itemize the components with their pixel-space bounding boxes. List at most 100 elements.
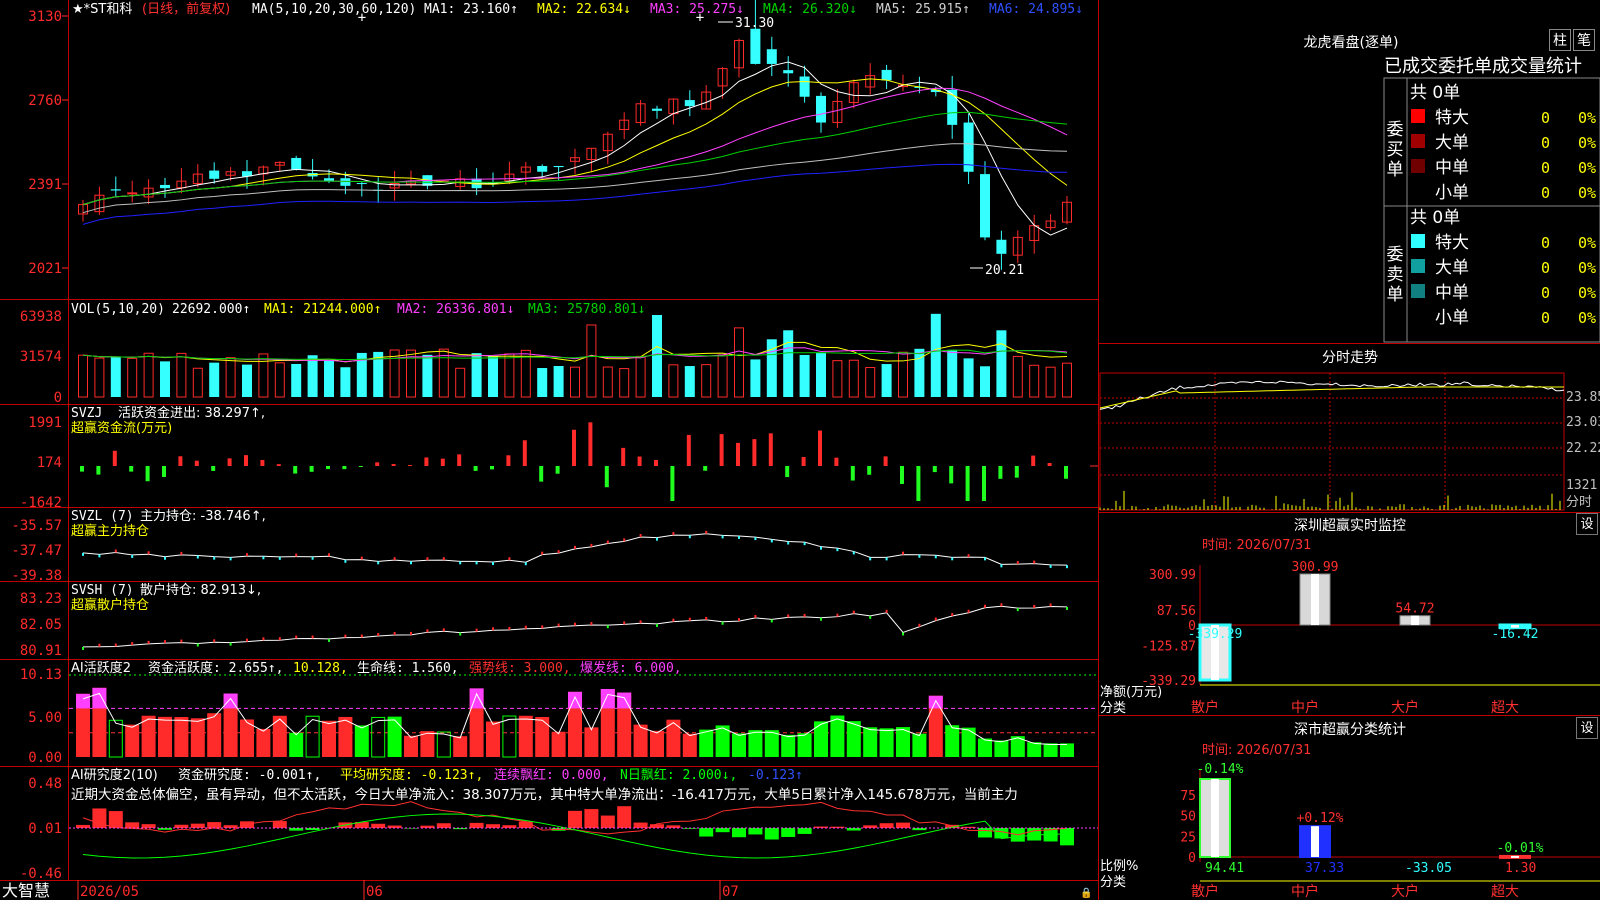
flow-bar xyxy=(1047,463,1052,466)
order-color-swatch xyxy=(1411,234,1425,248)
classify-settings-button[interactable]: 设 xyxy=(1576,717,1598,739)
date-label: 06 xyxy=(366,884,383,900)
ma-value-1: MA1: 23.160↑ xyxy=(424,2,518,17)
flow-bar xyxy=(178,456,183,466)
classify-tick: 25 xyxy=(1180,830,1196,845)
intraday-panel[interactable]: 23.85 23.03 22.22 1321 分时 xyxy=(1099,372,1600,511)
kline-panel[interactable]: 313027602391202131.3020.21+ + xyxy=(28,0,1072,278)
ai-active-tick: 0.00 xyxy=(28,750,62,766)
svzl-panel[interactable]: -35.57 -37.47 -39.38 xyxy=(11,518,1068,584)
classify-time: 时间: 2026/07/31 xyxy=(1202,743,1311,758)
volume-bar xyxy=(619,368,630,398)
research-bar xyxy=(879,823,894,828)
flow-bar xyxy=(834,457,839,466)
candle-body xyxy=(783,70,794,74)
volume-bar xyxy=(570,366,580,398)
flow-bar xyxy=(670,466,675,501)
ai-comment: 近期大资金总体偏空，虽有异动，但不太活跃，今日大单净流入：38.307万元，其中… xyxy=(71,786,1018,803)
stock-analysis-chart[interactable]: 313027602391202131.3020.21+ + 63938315740… xyxy=(0,0,1600,900)
ai-active-tick: 5.00 xyxy=(28,710,62,726)
svzj-sub: 超赢资金流(万元) xyxy=(71,420,172,436)
flow-bar xyxy=(867,466,872,475)
vol-value: 22692.000↑ xyxy=(172,302,250,317)
volume-bar xyxy=(471,353,482,397)
active-bar xyxy=(912,733,927,757)
bar-view-button[interactable]: 柱 xyxy=(1549,29,1571,51)
classify-category: 大户 xyxy=(1391,883,1419,900)
classify-bar-shine xyxy=(1511,855,1519,858)
buy-total: 共 0单 xyxy=(1410,83,1460,103)
ai-research-items: 资金研究度: -0.001↑, 平均研究度: -0.123↑, 连续飘红: 0.00… xyxy=(178,767,803,783)
panel-borders xyxy=(0,0,1600,900)
volume-bar xyxy=(963,358,974,397)
flow-bar xyxy=(621,447,626,466)
monitor-settings-button[interactable]: 设 xyxy=(1576,513,1598,535)
active-bar xyxy=(1027,742,1042,757)
classify-ylabel: 比例% xyxy=(1100,859,1138,874)
candle-body xyxy=(996,239,1007,254)
candle-body xyxy=(291,157,302,170)
ai-active-item: 生命线: 1.560, xyxy=(357,660,459,676)
volume-bar xyxy=(750,359,761,397)
order-color-swatch xyxy=(1411,284,1425,298)
classify-panel[interactable]: 75 50 25 0 94.41 散户 -0.14% 37.33 中户 +0.12% -33.05 大… xyxy=(1100,762,1600,900)
ai-research-tick: 0.01 xyxy=(28,821,62,837)
flow-bar xyxy=(1064,466,1068,479)
ma-value-3: MA3: 25.275↓ xyxy=(650,2,744,17)
monitor-title: 深圳超赢实时监控 xyxy=(1294,517,1406,534)
dragon-header: 已成交委托单成交量统计 xyxy=(1384,56,1582,77)
order-color-swatch xyxy=(1411,259,1425,273)
classify-title: 深市超赢分类统计 xyxy=(1294,721,1406,738)
lock-icon[interactable]: 🔒 xyxy=(1080,887,1092,899)
flow-bar xyxy=(227,458,232,466)
order-type: 特大 xyxy=(1435,108,1469,128)
ai-active-panel[interactable]: 10.13 5.00 0.00 xyxy=(20,667,1098,766)
volume-bar xyxy=(340,367,351,397)
monitor-time: 时间: 2026/07/31 xyxy=(1202,538,1311,553)
monitor-panel[interactable]: 300.9987.560-125.87-339.29-339.29散户300.9… xyxy=(1100,560,1600,716)
active-bar xyxy=(699,729,714,757)
vol-ma-value: MA3: 25780.801↓ xyxy=(528,302,645,317)
flow-bar xyxy=(358,466,363,467)
active-bar xyxy=(420,731,435,757)
ma-params: MA(5,10,20,30,60,120) xyxy=(252,2,416,17)
active-bar xyxy=(978,738,992,757)
flow-bar xyxy=(539,466,544,482)
candle-body xyxy=(340,178,351,186)
order-pct: 0% xyxy=(1578,259,1596,277)
svzl-legend: SVZL (7) 主力持仓: -38.746↑, 超赢主力持仓 xyxy=(71,509,266,539)
svzl-tick-label: -35.57 xyxy=(11,518,62,534)
flow-bar xyxy=(801,457,806,466)
ai-research-tick: 0.48 xyxy=(28,776,62,792)
active-bar xyxy=(502,715,517,758)
volume-bar xyxy=(225,357,236,398)
research-bar xyxy=(518,821,533,828)
flow-bar xyxy=(391,464,396,466)
active-bar xyxy=(354,725,369,757)
flow-bar xyxy=(785,466,790,478)
flow-bar xyxy=(850,466,855,481)
flow-bar xyxy=(768,433,773,466)
svsh-label: SVSH (7) xyxy=(71,583,134,598)
monitor-bar-label: -16.42 xyxy=(1492,627,1539,642)
volume-bar xyxy=(734,327,744,398)
active-bar xyxy=(436,731,451,758)
active-bar xyxy=(961,727,976,757)
svzj-panel[interactable]: 1991 174 -1642 xyxy=(20,415,1098,511)
monitor-xlabel: 分类 xyxy=(1100,701,1126,716)
monitor-bar-shine xyxy=(1311,574,1319,625)
active-bar xyxy=(108,719,123,758)
active-bar xyxy=(289,732,304,757)
svzj-legend: SVZJ 活跃资金进出: 38.297↑, 超赢资金流(万元) xyxy=(71,405,265,436)
monitor-bar-label: 54.72 xyxy=(1395,602,1434,617)
svsh-panel[interactable]: 83.23 82.05 80.91 xyxy=(20,591,1068,659)
active-bar xyxy=(207,713,222,757)
volume-panel[interactable]: 63938 31574 0 xyxy=(20,309,1072,406)
flow-bar xyxy=(883,456,888,466)
research-bar xyxy=(371,823,386,828)
candle-body xyxy=(980,174,990,238)
pen-view-button[interactable]: 笔 xyxy=(1573,29,1595,51)
dragon-title: 龙虎看盘(逐单) xyxy=(1304,34,1399,51)
monitor-tick: 300.99 xyxy=(1149,568,1196,583)
vol-label: VOL(5,10,20) xyxy=(71,302,165,317)
